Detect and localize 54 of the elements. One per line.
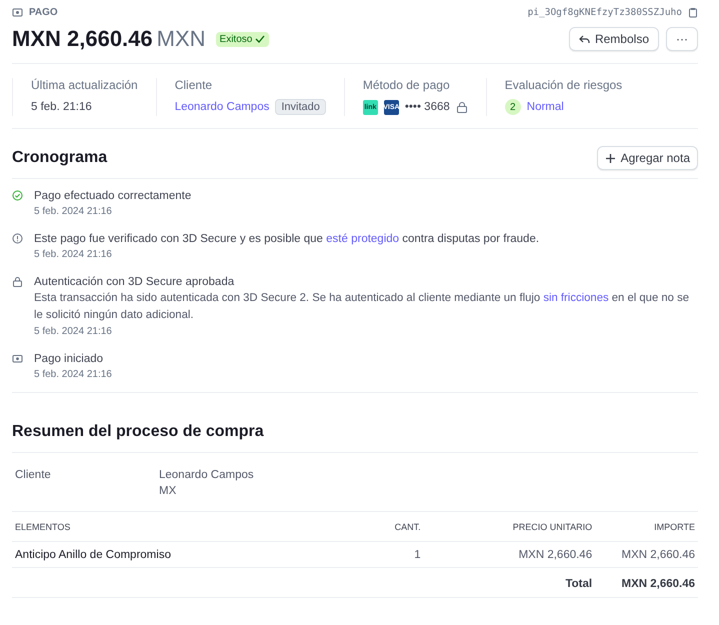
risk-link[interactable]: Normal (526, 101, 564, 113)
link[interactable]: esté protegido (326, 233, 400, 245)
currency-code: MXN (156, 26, 206, 52)
customer-country: MX (159, 484, 178, 499)
payment-id: pi_3Ogf8gKNEfzyTz380SSZJuho (528, 6, 682, 18)
plus-icon (604, 152, 616, 164)
column-header: ELEMENTOS (12, 512, 355, 542)
risk-score: 2 (504, 99, 521, 115)
total-amount: MXN 2,660.46 (595, 568, 698, 598)
customer-label: Cliente (15, 468, 52, 483)
detail-label: Cliente (174, 78, 214, 92)
lock-icon (12, 276, 23, 287)
total-label: Total (424, 568, 596, 598)
detail-label: Evaluación de riesgos (504, 78, 622, 92)
more-button[interactable]: ··· (666, 27, 698, 51)
column-header: CANT. (355, 512, 424, 542)
column-header: IMPORTE (595, 512, 698, 542)
guest-badge: Invitado (275, 99, 326, 115)
payment-icon (12, 353, 23, 364)
event-title: Pago efectuado correctamente (34, 189, 192, 204)
info-icon (12, 233, 23, 244)
return-arrow-icon (578, 34, 590, 44)
card-number: •••• 3668 (404, 101, 450, 113)
detail-value: 5 feb. 21:16 (31, 101, 92, 113)
lock-icon (456, 100, 468, 114)
payment-amount: MXN 2,660.46 (12, 26, 153, 52)
refund-button[interactable]: Rembolso (568, 27, 659, 51)
status-badge: Exitoso (216, 32, 270, 46)
event-time: 5 feb. 2024 21:16 (34, 206, 113, 217)
event-title: Autenticación con 3D Secure aprobada (34, 275, 236, 290)
detail-label: Método de pago (362, 78, 451, 92)
add-note-button[interactable]: Agregar nota (596, 146, 698, 170)
event-time: 5 feb. 2024 21:16 (34, 249, 113, 260)
event-title: Este pago fue verificado con 3D Secure y es posible que esté protegido contra disputas por fraude. (34, 232, 540, 247)
table-cell: MXN 2,660.46 (595, 542, 698, 568)
event-time: 5 feb. 2024 21:16 (34, 326, 113, 337)
table-cell: 1 (355, 542, 424, 568)
copy-icon (688, 6, 698, 18)
payment-icon (12, 6, 23, 18)
column-header: PRECIO UNITARIO (424, 512, 596, 542)
table-cell: Anticipo Anillo de Compromiso (12, 542, 355, 568)
success-check-icon (12, 190, 23, 201)
customer-name: Leonardo Campos (159, 468, 255, 483)
detail-label: Última actualización (31, 78, 138, 92)
customer-link[interactable]: Leonardo Campos (174, 101, 270, 113)
table-cell: MXN 2,660.46 (424, 542, 596, 568)
section-title: Cronograma (12, 149, 108, 167)
section-title: Resumen del proceso de compra (12, 423, 698, 453)
check-icon (255, 34, 266, 44)
event-title: Pago iniciado (34, 352, 104, 367)
link[interactable]: sin fricciones (543, 292, 609, 304)
event-time: 5 feb. 2024 21:16 (34, 369, 112, 380)
event-description: Esta transacción ha sido autenticada con 3D Secure 2. Se ha autenticado al cliente mediante un flujo sin fricciones en el que no se le solicitó ningún dato adicional. (34, 291, 690, 323)
section-label: PAGO (29, 6, 58, 18)
